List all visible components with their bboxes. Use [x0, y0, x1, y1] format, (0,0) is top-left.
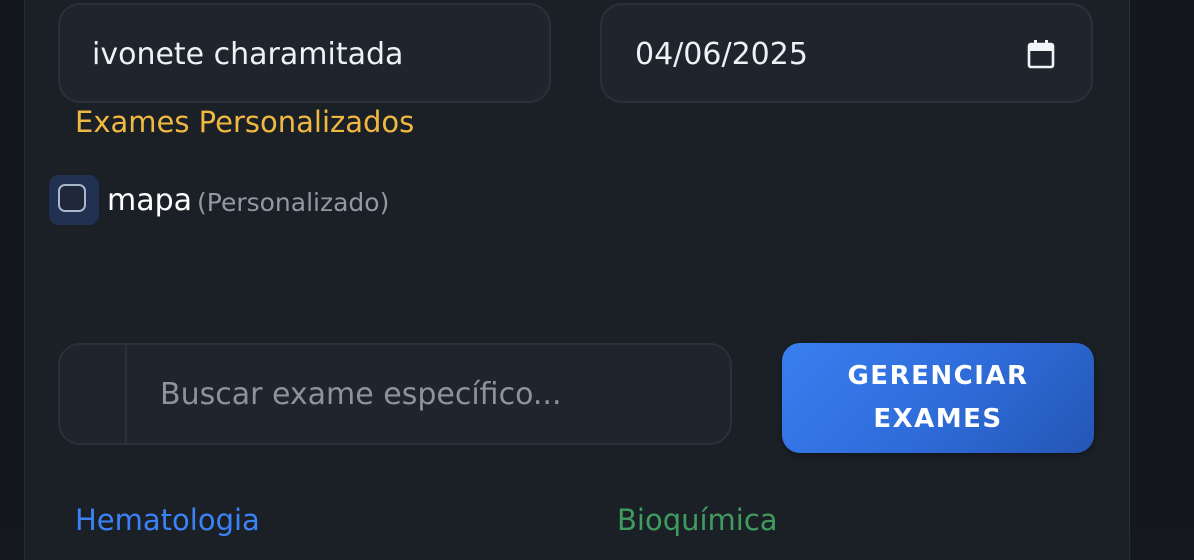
manage-exams-button[interactable]: GERENCIAR EXAMES — [782, 343, 1094, 453]
custom-exams-title: Exames Personalizados — [75, 105, 415, 139]
page-background: ivonete charamitada 04/06/2025 Exames Pe… — [0, 0, 1194, 560]
checkbox-focus-ring[interactable] — [49, 175, 99, 225]
custom-exam-checkbox[interactable] — [58, 184, 86, 212]
patient-name-value: ivonete charamitada — [92, 37, 404, 72]
custom-exam-label[interactable]: mapa — [107, 183, 192, 218]
date-value: 04/06/2025 — [635, 37, 808, 72]
manage-exams-label-line2: EXAMES — [873, 404, 1003, 434]
search-input[interactable] — [125, 343, 732, 445]
manage-exams-label-line1: GERENCIAR — [847, 361, 1029, 391]
calendar-icon[interactable] — [1027, 39, 1055, 69]
custom-exam-tag: (Personalizado) — [197, 188, 390, 217]
date-field[interactable]: 04/06/2025 — [600, 3, 1093, 103]
patient-name-field[interactable]: ivonete charamitada — [58, 3, 551, 103]
search-prefix-addon — [58, 343, 128, 445]
